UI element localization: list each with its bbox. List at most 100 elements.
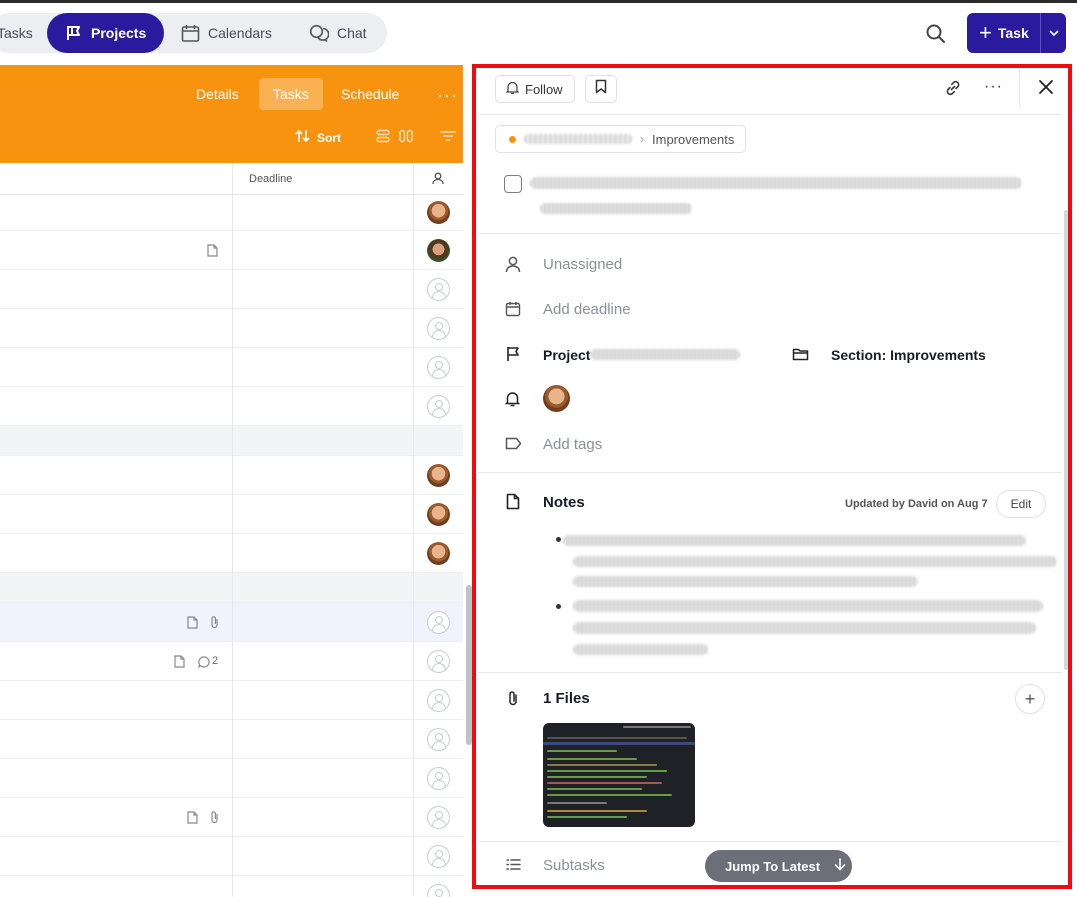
avatar: [427, 542, 450, 565]
files-title: 1 Files: [543, 690, 590, 707]
unassigned-avatar-icon[interactable]: [427, 356, 450, 379]
filter-icon[interactable]: [440, 129, 456, 148]
assignee-field[interactable]: Unassigned: [543, 256, 622, 273]
bullet-point: [556, 604, 561, 609]
column-header-deadline[interactable]: Deadline: [249, 173, 292, 185]
tag-icon: [505, 436, 522, 456]
avatar: [427, 464, 450, 487]
unassigned-avatar-icon[interactable]: [427, 689, 450, 712]
top-navigation-bar: Tasks Projects Calendars Chat + Task: [0, 3, 1077, 63]
calendar-icon: [181, 24, 200, 43]
divider: [478, 672, 1062, 673]
nav-tab-label: Tasks: [0, 25, 33, 41]
unassigned-avatar-icon[interactable]: [427, 611, 450, 634]
person-icon: [505, 256, 521, 278]
task-complete-checkbox[interactable]: [504, 175, 522, 193]
nav-tab-chat[interactable]: Chat: [309, 13, 367, 53]
note-icon: [187, 616, 198, 634]
assignee-column-icon[interactable]: [432, 172, 444, 190]
tags-field[interactable]: Add tags: [543, 436, 602, 453]
search-icon[interactable]: [925, 23, 949, 47]
tab-tasks[interactable]: Tasks: [259, 78, 323, 110]
follow-button[interactable]: Follow: [495, 75, 575, 103]
nav-tab-projects[interactable]: Projects: [47, 13, 165, 53]
project-field-label[interactable]: Project: [543, 347, 590, 363]
note-text-redacted: [563, 535, 1026, 546]
header-divider: [1019, 70, 1020, 108]
file-thumbnail[interactable]: [543, 723, 695, 827]
flag-icon: [65, 24, 83, 42]
new-task-button[interactable]: + Task: [967, 13, 1066, 53]
unassigned-avatar-icon[interactable]: [427, 317, 450, 340]
follow-label: Follow: [525, 81, 563, 97]
project-color-dot: [509, 135, 516, 143]
panel-scrollbar[interactable]: [1064, 210, 1068, 670]
project-name-redacted[interactable]: [590, 349, 740, 360]
bell-icon: [504, 391, 521, 412]
task-title-redacted[interactable]: [530, 177, 1022, 189]
edit-notes-button[interactable]: Edit: [996, 490, 1046, 518]
avatar: [427, 201, 450, 224]
note-icon: [506, 493, 520, 515]
plus-icon: +: [1024, 688, 1036, 709]
jump-to-latest-button[interactable]: Jump To Latest: [705, 850, 852, 882]
follower-avatar[interactable]: [543, 385, 570, 412]
more-options-icon[interactable]: ···: [437, 85, 458, 106]
unassigned-avatar-icon[interactable]: [427, 884, 450, 897]
tab-details[interactable]: Details: [196, 78, 239, 110]
task-title-redacted[interactable]: [540, 203, 692, 214]
unassigned-avatar-icon[interactable]: [427, 395, 450, 418]
breadcrumb[interactable]: › Improvements: [495, 125, 746, 153]
unassigned-avatar-icon[interactable]: [427, 806, 450, 829]
unassigned-avatar-icon[interactable]: [427, 728, 450, 751]
bell-icon: [505, 81, 520, 98]
note-text-redacted: [573, 576, 918, 587]
close-icon[interactable]: [1037, 78, 1055, 101]
avatar: [427, 239, 450, 262]
chevron-right-icon: ›: [640, 132, 644, 146]
unassigned-avatar-icon[interactable]: [427, 845, 450, 868]
tab-schedule[interactable]: Schedule: [341, 78, 399, 110]
tab-label: Details: [196, 86, 239, 102]
nav-tab-label: Chat: [337, 25, 367, 41]
unassigned-avatar-icon[interactable]: [427, 278, 450, 301]
note-icon: [187, 811, 198, 829]
deadline-field[interactable]: Add deadline: [543, 301, 631, 318]
unassigned-avatar-icon[interactable]: [427, 767, 450, 790]
add-file-button[interactable]: +: [1015, 684, 1045, 714]
new-task-label: Task: [997, 25, 1029, 41]
copy-link-icon[interactable]: [944, 79, 962, 102]
comment-count: 2: [212, 655, 219, 667]
jump-label: Jump To Latest: [725, 858, 821, 874]
subtasks-label[interactable]: Subtasks: [543, 857, 605, 874]
project-name-redacted: [524, 134, 632, 144]
nav-tab-tasks[interactable]: Tasks: [0, 13, 33, 53]
group-rows-icon[interactable]: [376, 129, 390, 148]
tab-label: Schedule: [341, 86, 400, 102]
unassigned-avatar-icon[interactable]: [427, 650, 450, 673]
columns-view-icon[interactable]: [399, 129, 413, 148]
bullet-point: [556, 537, 561, 542]
bookmark-button[interactable]: [585, 75, 617, 103]
sort-button[interactable]: Sort: [295, 129, 341, 146]
section-field[interactable]: Section: Improvements: [831, 347, 986, 363]
edit-label: Edit: [1010, 497, 1032, 511]
calendar-icon: [505, 301, 521, 322]
paperclip-icon: [508, 690, 519, 711]
sort-label: Sort: [317, 130, 341, 145]
folder-icon: [792, 347, 809, 366]
nav-tab-label: Projects: [91, 25, 147, 41]
note-icon: [207, 244, 218, 262]
nav-tab-calendars[interactable]: Calendars: [181, 13, 272, 53]
breadcrumb-section[interactable]: Improvements: [652, 132, 734, 147]
arrow-down-icon: [834, 858, 846, 874]
divider: [478, 114, 1062, 115]
note-icon: [174, 655, 185, 673]
more-options-icon[interactable]: ···: [984, 78, 1003, 96]
note-text-redacted: [573, 556, 1057, 567]
chevron-down-icon[interactable]: [1040, 13, 1066, 53]
note-text-redacted: [573, 600, 1043, 612]
plus-icon: +: [979, 20, 992, 45]
table-scrollbar[interactable]: [466, 585, 472, 745]
note-text-redacted: [573, 644, 708, 655]
